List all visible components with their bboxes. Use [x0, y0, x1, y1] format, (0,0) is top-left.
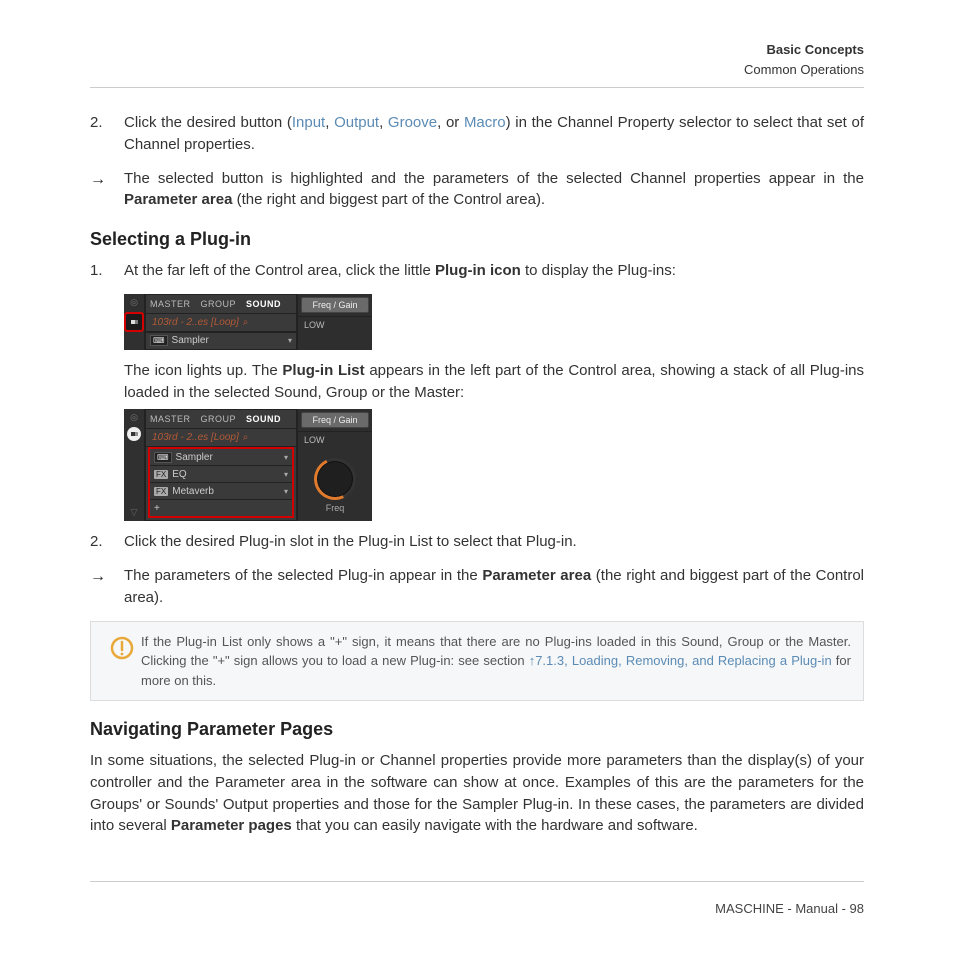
step-text: Click the desired button (	[124, 114, 292, 131]
chevron-down-icon[interactable]: ▾	[284, 470, 288, 479]
search-icon[interactable]: ⌕	[243, 432, 249, 443]
low-label: LOW	[298, 316, 372, 333]
plugin-icon[interactable]	[127, 427, 141, 441]
parameter-area-label: Parameter area	[482, 567, 591, 584]
settings-icon[interactable]: ◎	[130, 412, 138, 423]
header-divider	[90, 87, 864, 88]
plugin-icon-label: Plug-in icon	[435, 262, 521, 279]
header-section: Basic Concepts	[90, 40, 864, 60]
plugin-row-eq[interactable]: FX EQ ▾	[150, 465, 292, 482]
link-macro[interactable]: Macro	[464, 114, 506, 131]
plugin-row-add[interactable]: +	[150, 499, 292, 516]
parameter-area-label: Parameter area	[124, 191, 232, 208]
list-number: 2.	[90, 531, 124, 553]
freq-gain-button[interactable]: Freq / Gain	[301, 412, 369, 428]
arrow-icon: →	[90, 168, 124, 191]
chevron-down-icon[interactable]: ▽	[131, 507, 138, 518]
tab-master[interactable]: MASTER	[150, 299, 191, 309]
page-header: Basic Concepts Common Operations	[90, 40, 864, 79]
fx-icon: FX	[154, 470, 168, 479]
settings-icon[interactable]: ◎	[130, 297, 138, 308]
link-input[interactable]: Input	[292, 114, 325, 131]
parameter-pages-label: Parameter pages	[171, 817, 292, 834]
arrow-icon: →	[90, 565, 124, 588]
step-item-2: 2. Click the desired button (Input, Outp…	[90, 112, 864, 156]
page-footer: MASCHINE - Manual - 98	[715, 901, 864, 916]
ui-screenshot-2: ◎ ▽ MASTER GROUP SOUND 103rd - 2..es [Lo…	[124, 409, 864, 521]
heading-selecting-plugin: Selecting a Plug-in	[90, 229, 864, 250]
link-output[interactable]: Output	[334, 114, 379, 131]
slot-name[interactable]: 103rd - 2..es [Loop]	[152, 317, 239, 328]
list-number: 1.	[90, 260, 124, 282]
tab-sound[interactable]: SOUND	[246, 299, 281, 309]
plugin-row-sampler[interactable]: ⌨ Sampler ▾	[150, 449, 292, 465]
nav-paragraph: In some situations, the selected Plug-in…	[90, 750, 864, 837]
chevron-down-icon[interactable]: ▾	[288, 336, 292, 345]
selecting-step-1: 1. At the far left of the Control area, …	[90, 260, 864, 282]
freq-gain-button[interactable]: Freq / Gain	[301, 297, 369, 313]
tab-master[interactable]: MASTER	[150, 414, 191, 424]
plus-icon: +	[154, 503, 160, 514]
low-label: LOW	[298, 431, 372, 448]
knob-label: Freq	[326, 503, 345, 513]
instrument-icon: ⌨	[150, 335, 168, 346]
link-section-713[interactable]: ↑7.1.3, Loading, Removing, and Replacing…	[529, 653, 832, 668]
selecting-step-2: 2. Click the desired Plug-in slot in the…	[90, 531, 864, 553]
instrument-icon: ⌨	[154, 452, 172, 463]
tab-group[interactable]: GROUP	[201, 299, 237, 309]
freq-knob[interactable]	[314, 458, 356, 500]
result-item: → The selected button is highlighted and…	[90, 168, 864, 212]
link-groove[interactable]: Groove	[388, 114, 437, 131]
list-number: 2.	[90, 112, 124, 134]
plugin-list-label: Plug-in List	[282, 362, 364, 379]
heading-navigating-parameter-pages: Navigating Parameter Pages	[90, 719, 864, 740]
chevron-down-icon[interactable]: ▾	[284, 487, 288, 496]
footer-divider	[90, 881, 864, 882]
tab-sound[interactable]: SOUND	[246, 414, 281, 424]
chevron-down-icon[interactable]: ▾	[284, 453, 288, 462]
plugin-row-sampler[interactable]: ⌨ Sampler ▾	[146, 332, 296, 349]
info-icon	[103, 632, 141, 660]
fx-icon: FX	[154, 487, 168, 496]
slot-name[interactable]: 103rd - 2..es [Loop]	[152, 432, 239, 443]
ui-screenshot-1: ◎ MASTER GROUP SOUND 103rd - 2..es [Loop…	[124, 294, 864, 350]
info-note: If the Plug-in List only shows a "+" sig…	[90, 621, 864, 702]
plugin-list: ⌨ Sampler ▾ FX EQ ▾ FX Metaverb ▾	[148, 447, 294, 518]
header-subsection: Common Operations	[90, 60, 864, 80]
plugin-icon[interactable]	[124, 312, 144, 332]
plugin-row-metaverb[interactable]: FX Metaverb ▾	[150, 482, 292, 499]
search-icon[interactable]: ⌕	[243, 317, 249, 328]
result-item-2: → The parameters of the selected Plug-in…	[90, 565, 864, 609]
tab-group[interactable]: GROUP	[201, 414, 237, 424]
after-ui1-text: The icon lights up. The Plug-in List app…	[90, 360, 864, 404]
